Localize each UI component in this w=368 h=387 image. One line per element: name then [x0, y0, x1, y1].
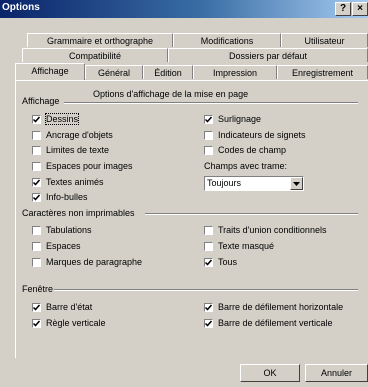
checkbox-label: Espaces [46, 241, 81, 251]
non-imprimables-divider [145, 213, 358, 215]
checkbox-box[interactable] [32, 257, 41, 267]
checkbox-defilement-vertical[interactable]: Barre de défilement verticale [204, 317, 333, 329]
ok-button[interactable]: OK [240, 364, 300, 382]
checkbox-label: Marques de paragraphe [46, 257, 143, 267]
checkbox-texte-masque[interactable]: Texte masqué [204, 240, 274, 252]
checkbox-box[interactable] [204, 130, 213, 140]
checkbox-label: Textes animés [46, 177, 104, 187]
tab-grammaire[interactable]: Grammaire et orthographe [27, 33, 173, 47]
checkbox-box[interactable] [32, 318, 41, 328]
checkbox-dessins[interactable]: Dessins [32, 113, 80, 125]
checkbox-tabulations[interactable]: Tabulations [32, 224, 92, 236]
checkbox-textes-animes[interactable]: Textes animés [32, 176, 104, 188]
checkbox-ancrage-objets[interactable]: Ancrage d'objets [32, 129, 113, 141]
checkbox-label: Traits d'union conditionnels [218, 225, 327, 235]
checkbox-box[interactable] [32, 302, 41, 312]
fenetre-group-label: Fenêtre [22, 284, 54, 294]
checkbox-label: Barre d'état [46, 302, 93, 312]
non-imprimables-group-label: Caractères non imprimables [22, 208, 135, 218]
checkbox-label: Tabulations [46, 225, 92, 235]
affichage-group-label: Affichage [22, 96, 60, 106]
checkbox-label: Indicateurs de signets [218, 130, 306, 140]
checkbox-box[interactable] [32, 114, 41, 124]
checkbox-espaces-images[interactable]: Espaces pour images [32, 160, 133, 172]
checkbox-label: Info-bulles [46, 192, 88, 202]
checkbox-label: Ancrage d'objets [46, 130, 113, 140]
checkbox-label: Barre de défilement verticale [218, 318, 333, 328]
checkbox-label: Dessins [44, 113, 80, 125]
checkbox-surlignage[interactable]: Surlignage [204, 113, 261, 125]
chevron-down-icon[interactable] [290, 177, 303, 190]
affichage-divider [64, 102, 358, 104]
checkbox-box[interactable] [32, 225, 41, 235]
checkbox-label: Barre de défilement horizontale [218, 302, 344, 312]
checkbox-barre-etat[interactable]: Barre d'état [32, 301, 92, 313]
checkbox-box[interactable] [204, 318, 213, 328]
checkbox-tous[interactable]: Tous [204, 256, 237, 268]
checkbox-defilement-horizontal[interactable]: Barre de défilement horizontale [204, 301, 343, 313]
checkbox-label: Limites de texte [46, 145, 110, 155]
checkbox-box[interactable] [204, 225, 213, 235]
checkbox-box[interactable] [204, 257, 213, 267]
fenetre-divider [54, 289, 358, 291]
checkbox-box[interactable] [32, 161, 41, 171]
checkbox-box[interactable] [32, 177, 41, 187]
checkbox-box[interactable] [32, 130, 41, 140]
tab-dossiers[interactable]: Dossiers par défaut [168, 48, 368, 62]
checkbox-label: Règle verticale [46, 318, 106, 328]
tab-utilisateur[interactable]: Utilisateur [281, 33, 368, 47]
checkbox-box[interactable] [204, 145, 213, 155]
checkbox-box[interactable] [204, 114, 213, 124]
checkbox-traits-union[interactable]: Traits d'union conditionnels [204, 224, 326, 236]
checkbox-label: Surlignage [218, 114, 262, 124]
checkbox-codes-champ[interactable]: Codes de champ [204, 144, 286, 156]
checkbox-box[interactable] [204, 241, 213, 251]
title-bar: Options ? × [0, 0, 368, 18]
tab-enregistrement[interactable]: Enregistrement [277, 65, 368, 79]
checkbox-box[interactable] [32, 192, 41, 202]
checkbox-espaces[interactable]: Espaces [32, 240, 81, 252]
checkbox-marques-paragraphe[interactable]: Marques de paragraphe [32, 256, 142, 268]
checkbox-label: Codes de champ [218, 145, 287, 155]
checkbox-box[interactable] [32, 241, 41, 251]
close-button[interactable]: × [352, 2, 368, 16]
checkbox-indicateurs-signets[interactable]: Indicateurs de signets [204, 129, 306, 141]
dropdown-value: Toujours [207, 178, 242, 188]
tab-affichage[interactable]: Affichage [15, 63, 85, 80]
checkbox-label: Texte masqué [218, 241, 275, 251]
champs-trame-label: Champs avec trame: [204, 161, 288, 171]
checkbox-box[interactable] [204, 302, 213, 312]
tab-modifications[interactable]: Modifications [173, 33, 281, 47]
checkbox-label: Tous [218, 257, 238, 267]
tab-general[interactable]: Général [85, 65, 143, 79]
checkbox-label: Espaces pour images [46, 161, 133, 171]
affichage-subtitle: Options d'affichage de la mise en page [93, 89, 249, 99]
checkbox-regle-verticale[interactable]: Règle verticale [32, 317, 106, 329]
cancel-button[interactable]: Annuler [305, 364, 368, 382]
help-button[interactable]: ? [335, 2, 351, 16]
tab-edition[interactable]: Édition [143, 65, 193, 79]
checkbox-info-bulles[interactable]: Info-bulles [32, 191, 88, 203]
tab-impression[interactable]: Impression [193, 65, 277, 79]
checkbox-box[interactable] [32, 145, 41, 155]
window-title: Options [2, 2, 40, 13]
checkbox-limites-texte[interactable]: Limites de texte [32, 144, 109, 156]
champs-trame-dropdown[interactable]: Toujours [204, 176, 304, 191]
tab-compatibilite[interactable]: Compatibilité [22, 48, 168, 62]
